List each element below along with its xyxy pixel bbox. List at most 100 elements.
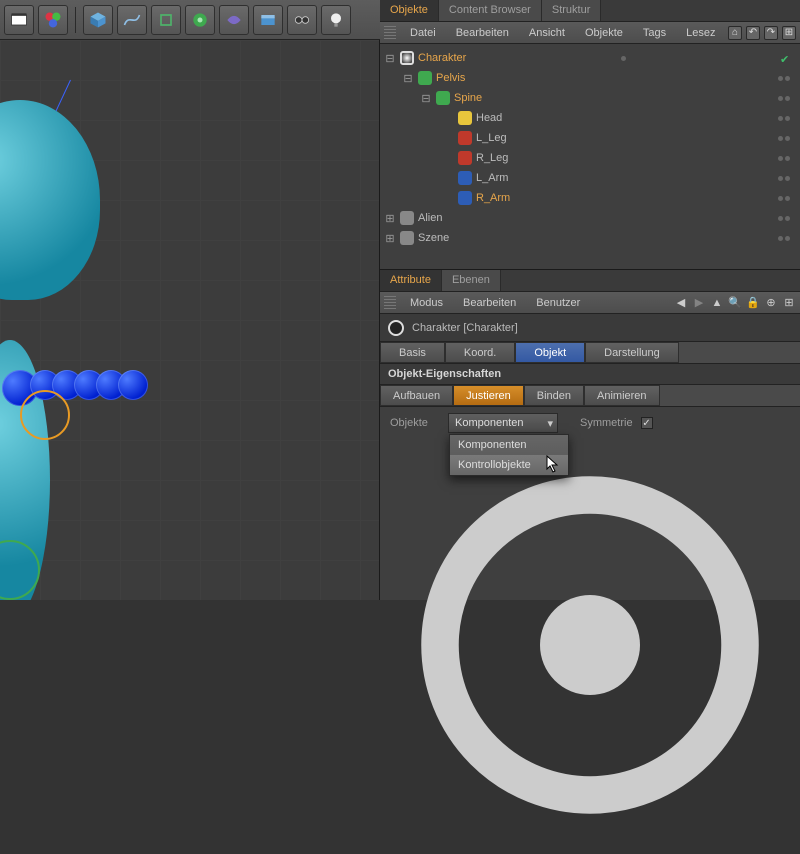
attribute-tabs: Attribute Ebenen [380,270,800,292]
new-icon[interactable]: ⊕ [764,296,778,310]
target-icon[interactable] [390,836,790,848]
joint-icon [458,191,472,205]
tab-structure[interactable]: Struktur [542,0,602,21]
joint-icon [418,71,432,85]
panel-grip-icon[interactable] [384,296,396,310]
atab-objekt[interactable]: Objekt [515,342,585,363]
collapse-icon[interactable]: ⊟ [402,72,414,85]
media-tool-button[interactable] [4,5,34,35]
attr-menu-user[interactable]: Benutzer [526,297,590,309]
menu-view[interactable]: Ansicht [519,27,575,39]
object-title: Charakter [Charakter] [412,322,518,334]
nav-fwd-icon[interactable]: ▶ [692,296,706,310]
nav-fwd-icon[interactable]: ↷ [764,26,778,40]
lock-icon[interactable]: 🔒 [746,296,760,310]
tree-row-pelvis[interactable]: ⊟ Pelvis [380,68,800,88]
color-palette-button[interactable] [38,5,68,35]
attribute-object-header: Charakter [Charakter] [380,314,800,342]
tab-objects[interactable]: Objekte [380,0,439,21]
tree-row-head[interactable]: Head [380,108,800,128]
tree-row-l-arm[interactable]: L_Arm [380,168,800,188]
panel-grip-icon[interactable] [384,26,396,40]
mesh-body[interactable] [0,100,100,300]
3d-viewport[interactable] [0,40,380,600]
atab-justieren[interactable]: Justieren [453,385,524,406]
tree-row-character[interactable]: ⊟ Charakter ✔ [380,48,800,68]
tree-label: Spine [454,92,482,104]
camera-button[interactable] [287,5,317,35]
menu-tags[interactable]: Tags [633,27,676,39]
cube-primitive-button[interactable] [83,5,113,35]
nav-up-icon[interactable]: ▲ [710,296,724,310]
atab-darstellung[interactable]: Darstellung [585,342,679,363]
expand-icon[interactable]: ⊞ [384,212,396,225]
menu-edit[interactable]: Bearbeiten [446,27,519,39]
nav-back-icon[interactable]: ↶ [746,26,760,40]
joint-icon [458,111,472,125]
objects-dropdown[interactable]: Komponenten Komponenten Kontrollobjekte [448,413,558,433]
expand-icon[interactable]: ⊞ [782,296,796,310]
null-icon [400,231,414,245]
tree-label: Alien [418,212,442,224]
joint-icon [436,91,450,105]
tree-row-r-arm[interactable]: R_Arm [380,188,800,208]
menu-objects[interactable]: Objekte [575,27,633,39]
attribute-menu: Modus Bearbeiten Benutzer ◀ ▶ ▲ 🔍 🔒 ⊕ ⊞ [380,292,800,314]
nurbs-tool-button[interactable] [151,5,181,35]
symmetry-checkbox[interactable]: ✓ [641,417,653,429]
tree-row-spine[interactable]: ⊟ Spine [380,88,800,108]
atab-basis[interactable]: Basis [380,342,445,363]
tree-label: L_Leg [476,132,507,144]
tree-label: Charakter [418,52,466,64]
tree-label: R_Leg [476,152,508,164]
tree-label: L_Arm [476,172,508,184]
joint-icon [458,131,472,145]
null-icon [400,211,414,225]
tree-row-scene[interactable]: ⊞ Szene [380,228,800,248]
joint-icon [458,171,472,185]
atab-aufbauen[interactable]: Aufbauen [380,385,453,406]
joint-icon [458,151,472,165]
dropdown-value: Komponenten [455,417,524,429]
generator-button[interactable] [185,5,215,35]
dropdown-option-kontrollobjekte[interactable]: Kontrollobjekte [450,455,568,475]
tree-row-alien[interactable]: ⊞ Alien [380,208,800,228]
attribute-main-tabs: Basis Koord. Objekt Darstellung [380,342,800,364]
light-button[interactable] [321,5,351,35]
expand-icon[interactable]: ⊞ [782,26,796,40]
tab-content-browser[interactable]: Content Browser [439,0,542,21]
tree-label: Szene [418,232,449,244]
menu-bookmarks[interactable]: Lesez [676,27,725,39]
atab-koord[interactable]: Koord. [445,342,515,363]
main-toolbar [0,0,380,40]
joint-handle-shoulder[interactable] [20,390,70,440]
collapse-icon[interactable]: ⊟ [384,52,396,65]
dropdown-list: Komponenten Kontrollobjekte [449,434,569,476]
attribute-sub-tabs: Aufbauen Justieren Binden Animieren [380,385,800,407]
hierarchy-tree: ⊟ Charakter ✔ ⊟ Pelvis ⊟ Spine [380,44,800,269]
menu-file[interactable]: Datei [400,27,446,39]
object-manager-tabs: Objekte Content Browser Struktur [380,0,800,22]
atab-binden[interactable]: Binden [524,385,584,406]
spline-tool-button[interactable] [117,5,147,35]
attr-menu-mode[interactable]: Modus [400,297,453,309]
expand-icon[interactable]: ⊞ [384,232,396,245]
dropdown-option-komponenten[interactable]: Komponenten [450,435,568,455]
nav-home-icon[interactable]: ⌂ [728,26,742,40]
tree-row-r-leg[interactable]: R_Leg [380,148,800,168]
symmetry-label: Symmetrie [580,417,633,429]
environment-button[interactable] [253,5,283,35]
deformer-button[interactable] [219,5,249,35]
tab-attributes[interactable]: Attribute [380,270,442,291]
attr-menu-edit[interactable]: Bearbeiten [453,297,526,309]
collapse-icon[interactable]: ⊟ [420,92,432,105]
nav-back-icon[interactable]: ◀ [674,296,688,310]
tree-row-l-leg[interactable]: L_Leg [380,128,800,148]
tab-layers[interactable]: Ebenen [442,270,501,291]
section-title: Objekt-Eigenschaften [380,364,800,385]
visibility-check-icon[interactable]: ✔ [780,53,790,63]
search-icon[interactable]: 🔍 [728,296,742,310]
character-icon [400,51,414,65]
atab-animieren[interactable]: Animieren [584,385,660,406]
object-manager-menu: Datei Bearbeiten Ansicht Objekte Tags Le… [380,22,800,44]
